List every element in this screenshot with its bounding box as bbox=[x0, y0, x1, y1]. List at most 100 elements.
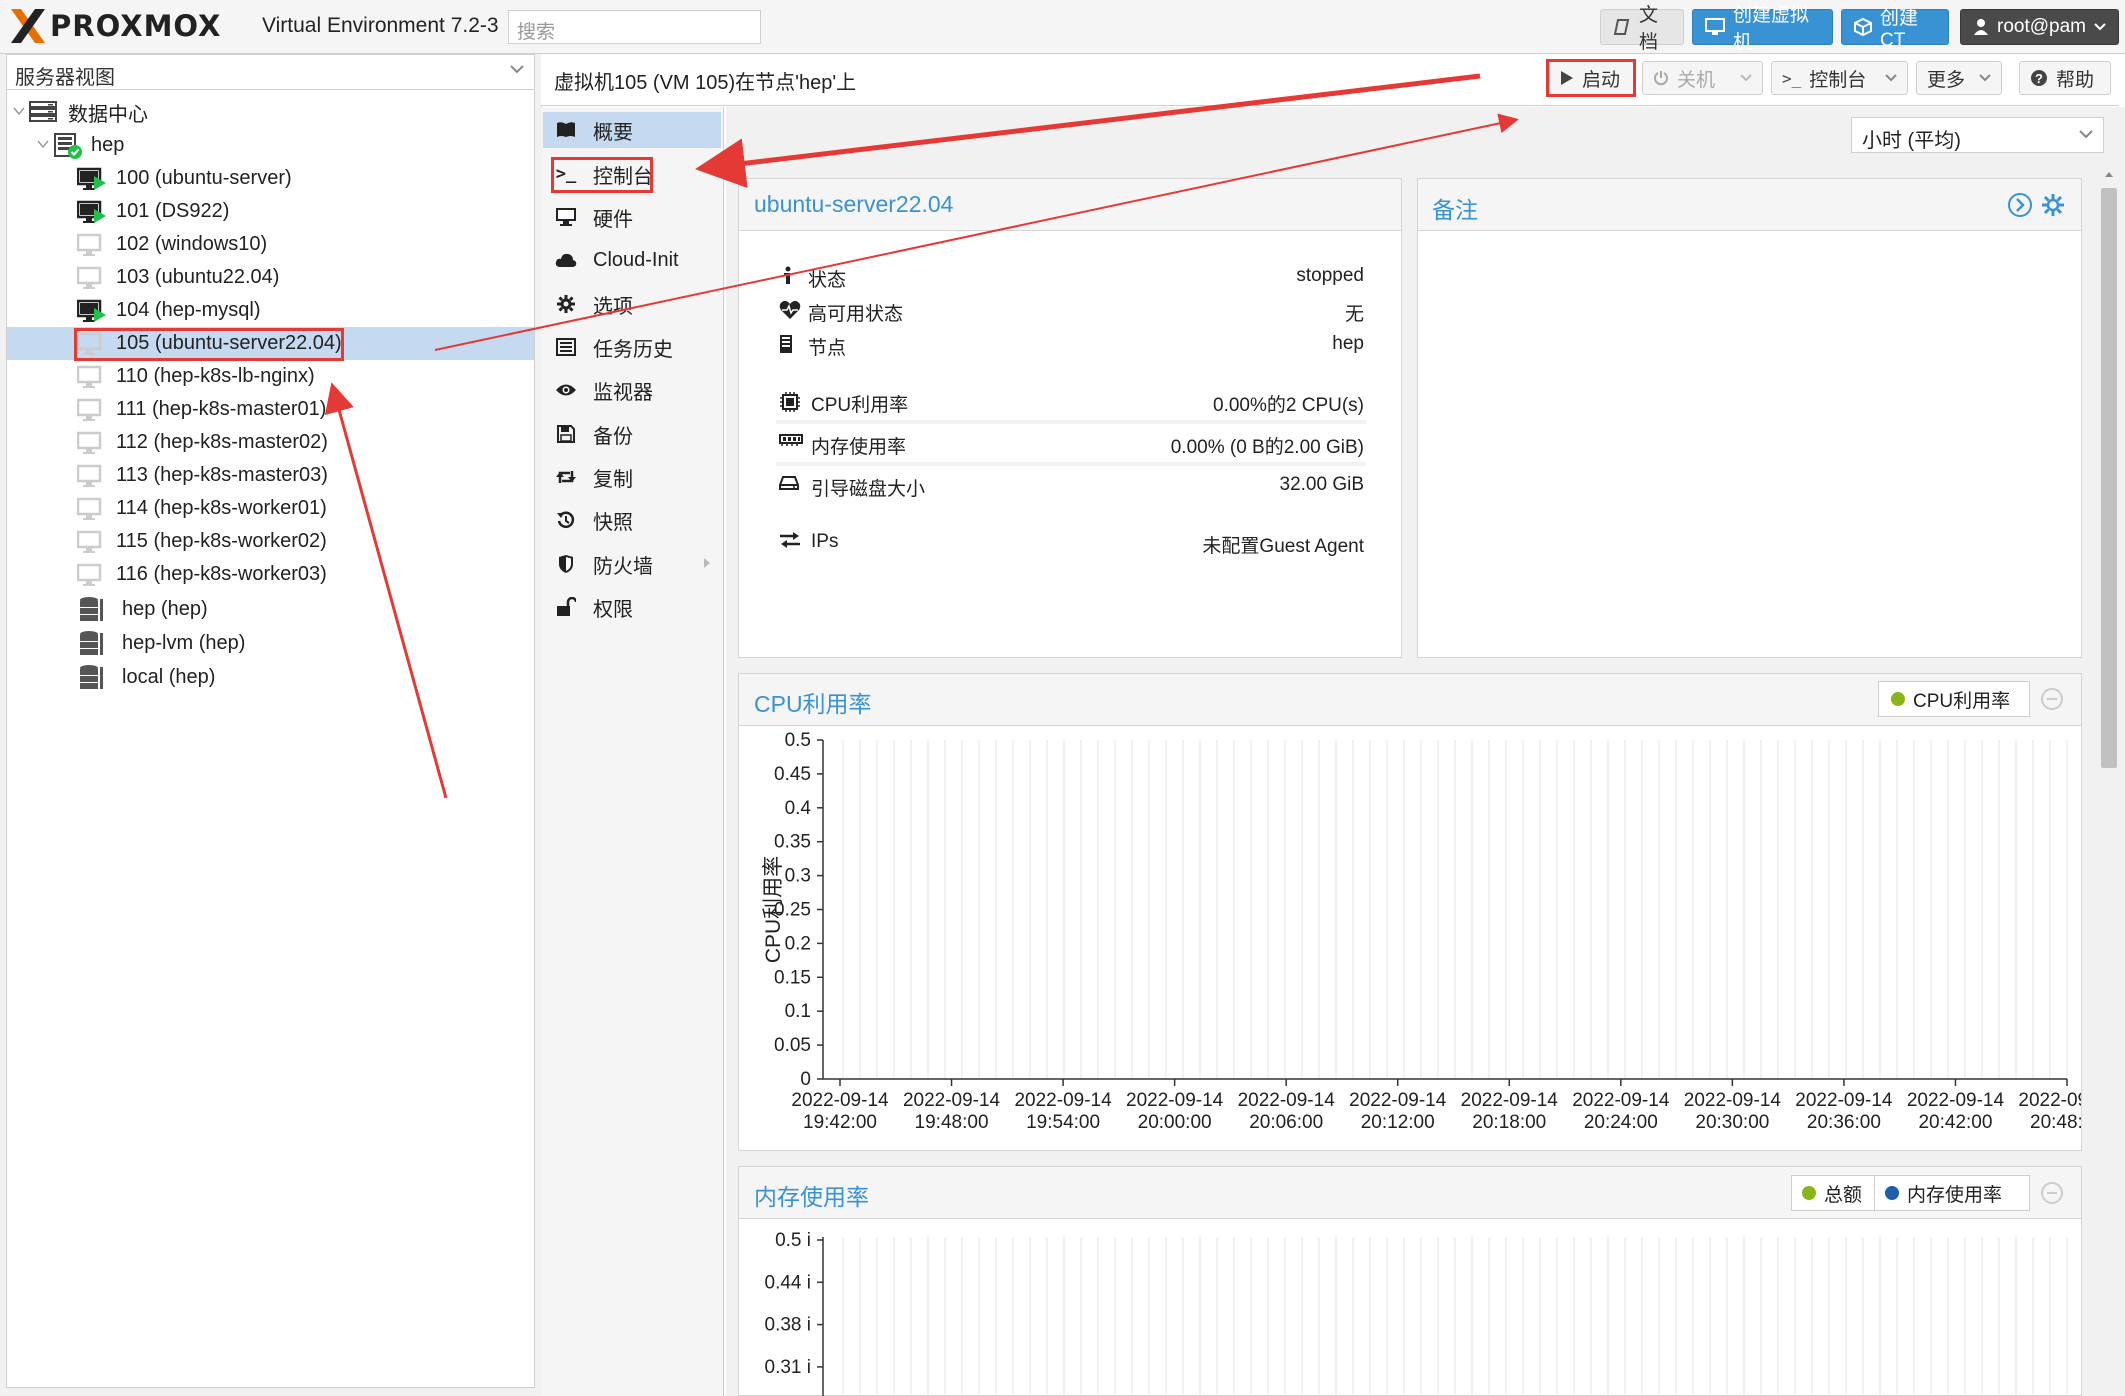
x-tick-label: 2022-09-14 bbox=[1461, 1090, 1559, 1111]
chevron-down-icon bbox=[1979, 74, 1991, 82]
collapse-arrow-icon[interactable] bbox=[13, 107, 25, 117]
y-tick-label: 0.5 bbox=[785, 730, 811, 751]
vm-stopped-icon bbox=[77, 530, 107, 554]
user-icon bbox=[1973, 18, 1989, 36]
x-tick-label: 2022-09-14 bbox=[1349, 1090, 1447, 1111]
retweet-icon bbox=[555, 469, 577, 485]
nav-item[interactable]: 防火墙 bbox=[543, 546, 721, 582]
status-value: 0.00% (0 B的2.00 GiB) bbox=[1170, 437, 1364, 458]
nav-item[interactable]: 监视器 bbox=[543, 372, 721, 408]
view-selector[interactable]: 服务器视图 bbox=[6, 54, 535, 90]
collapse-icon[interactable] bbox=[2040, 687, 2064, 711]
x-tick-label: 2022-09-14 bbox=[1572, 1090, 1670, 1111]
create-ct-button[interactable]: 创建CT bbox=[1841, 8, 1949, 51]
tree-item-storage[interactable]: local (hep) bbox=[7, 660, 534, 694]
tree-label: 114 (hep-k8s-worker01) bbox=[116, 497, 327, 519]
status-value: hep bbox=[1332, 333, 1364, 354]
legend-dot bbox=[1885, 1186, 1900, 1200]
svg-text:?: ? bbox=[2035, 71, 2043, 86]
nav-item[interactable]: 选项 bbox=[543, 286, 721, 322]
nav-item[interactable]: 概要 bbox=[543, 112, 721, 148]
status-value: 32.00 GiB bbox=[1279, 474, 1365, 495]
annotation-box-start bbox=[1546, 59, 1636, 97]
vm-stopped-icon bbox=[77, 563, 107, 587]
tree-item-vm[interactable]: 112 (hep-k8s-master02) bbox=[7, 426, 534, 459]
status-value: 未配置Guest Agent bbox=[1202, 536, 1364, 557]
version-text: Virtual Environment 7.2-3 bbox=[262, 14, 499, 37]
console-label: 控制台 bbox=[1809, 69, 1867, 91]
tree-item-storage[interactable]: hep (hep) bbox=[7, 592, 534, 626]
search-input[interactable]: 搜索 bbox=[508, 10, 761, 44]
legend-total-label: 总额 bbox=[1824, 1184, 1863, 1206]
tree-item-vm[interactable]: 115 (hep-k8s-worker02) bbox=[7, 525, 534, 558]
tree-item-vm[interactable]: 111 (hep-k8s-master01) bbox=[7, 393, 534, 426]
x-tick-label: 2022-09-14 bbox=[1684, 1090, 1782, 1111]
tree-item-vm[interactable]: 110 (hep-k8s-lb-nginx) bbox=[7, 360, 534, 393]
more-button[interactable]: 更多 bbox=[1916, 61, 2002, 95]
cpu-legend-item[interactable]: CPU利用率 bbox=[1878, 681, 2030, 717]
status-key: 状态 bbox=[808, 270, 847, 291]
console-button[interactable]: >_ 控制台 bbox=[1771, 61, 1908, 95]
tree-item-datacenter[interactable]: 数据中心 bbox=[7, 96, 534, 129]
nav-item[interactable]: Cloud-Init bbox=[543, 242, 721, 278]
tree-item-vm[interactable]: 113 (hep-k8s-master03) bbox=[7, 459, 534, 492]
create-vm-button[interactable]: 创建虚拟机 bbox=[1692, 5, 1833, 53]
tree-item-vm[interactable]: 100 (ubuntu-server) bbox=[7, 162, 534, 195]
power-icon bbox=[1653, 70, 1669, 86]
legend-item-total[interactable]: 总额 bbox=[1792, 1176, 1876, 1210]
nav-item[interactable]: 硬件 bbox=[543, 199, 721, 235]
x-tick-label: 20:18:00 bbox=[1472, 1112, 1546, 1133]
tree-item-vm[interactable]: 104 (hep-mysql) bbox=[7, 294, 534, 327]
chevron-right-circle-icon[interactable] bbox=[2007, 192, 2033, 218]
create-ct-label: 创建CT bbox=[1880, 7, 1919, 51]
chevron-right-icon bbox=[703, 557, 711, 569]
y-tick-label: 0.31 i bbox=[765, 1357, 811, 1378]
collapse-arrow-icon[interactable] bbox=[37, 140, 49, 150]
nav-item-label: 复制 bbox=[593, 468, 633, 491]
shutdown-button[interactable]: 关机 bbox=[1642, 61, 1763, 95]
status-key: 内存使用率 bbox=[811, 437, 907, 458]
nav-item[interactable]: 任务历史 bbox=[543, 329, 721, 365]
list-icon bbox=[555, 338, 577, 356]
tree-item-storage[interactable]: hep-lvm (hep) bbox=[7, 626, 534, 660]
timeframe-selector[interactable]: 小时 (平均) bbox=[1851, 117, 2104, 153]
x-tick-label: 2022-09-14 bbox=[1126, 1090, 1224, 1111]
user-menu-button[interactable]: root@pam bbox=[1960, 9, 2119, 45]
docs-button[interactable]: 文档 bbox=[1600, 5, 1684, 53]
tree-item-vm[interactable]: 114 (hep-k8s-worker01) bbox=[7, 492, 534, 525]
x-tick-label: 2022-09-14 bbox=[1014, 1090, 1112, 1111]
chevron-down-icon bbox=[1740, 74, 1752, 82]
nav-item[interactable]: 复制 bbox=[543, 459, 721, 495]
scrollbar-thumb[interactable] bbox=[2101, 188, 2117, 768]
question-icon: ? bbox=[2030, 69, 2048, 87]
nav-item[interactable]: 快照 bbox=[543, 502, 721, 538]
tree-item-vm[interactable]: 102 (windows10) bbox=[7, 228, 534, 261]
tree-item-node[interactable]: hep bbox=[7, 129, 534, 162]
chevron-down-icon bbox=[2094, 23, 2106, 31]
help-button[interactable]: ? 帮助 bbox=[2019, 61, 2111, 95]
x-tick-label: 2022-09-14 bbox=[2018, 1090, 2081, 1111]
chevron-down-icon bbox=[2079, 130, 2093, 140]
y-axis-label: CPU利用率 bbox=[762, 856, 785, 963]
legend-item-used[interactable]: 内存使用率 bbox=[1875, 1176, 2002, 1210]
cpu-chart: 0.50.450.40.350.30.250.20.150.10.050CPU利… bbox=[762, 730, 2081, 1133]
nav-item-label: 防火墙 bbox=[593, 555, 653, 578]
y-tick-label: 0.1 bbox=[785, 1001, 811, 1022]
eye-icon bbox=[555, 383, 577, 397]
history-icon bbox=[555, 510, 577, 530]
collapse-icon[interactable] bbox=[2040, 1181, 2064, 1205]
chevron-down-icon bbox=[510, 65, 524, 75]
nav-item[interactable]: 权限 bbox=[543, 589, 721, 625]
tree-item-vm[interactable]: 103 (ubuntu22.04) bbox=[7, 261, 534, 294]
cube-icon bbox=[1854, 18, 1872, 36]
tree-item-vm[interactable]: 116 (hep-k8s-worker03) bbox=[7, 558, 534, 591]
nav-item-label: 任务历史 bbox=[593, 338, 673, 361]
status-value: 无 bbox=[1344, 304, 1364, 325]
nav-item[interactable]: 备份 bbox=[543, 416, 721, 452]
scroll-up-icon[interactable] bbox=[2104, 170, 2114, 178]
tree-label: hep (hep) bbox=[122, 597, 208, 620]
gear-icon[interactable] bbox=[2040, 192, 2066, 218]
tree-item-vm[interactable]: 101 (DS922) bbox=[7, 195, 534, 228]
vm-stopped-icon bbox=[77, 464, 107, 488]
resource-tree: 数据中心 hep 100 (ubuntu-server) 101 (DS922) 102… bbox=[7, 96, 534, 696]
